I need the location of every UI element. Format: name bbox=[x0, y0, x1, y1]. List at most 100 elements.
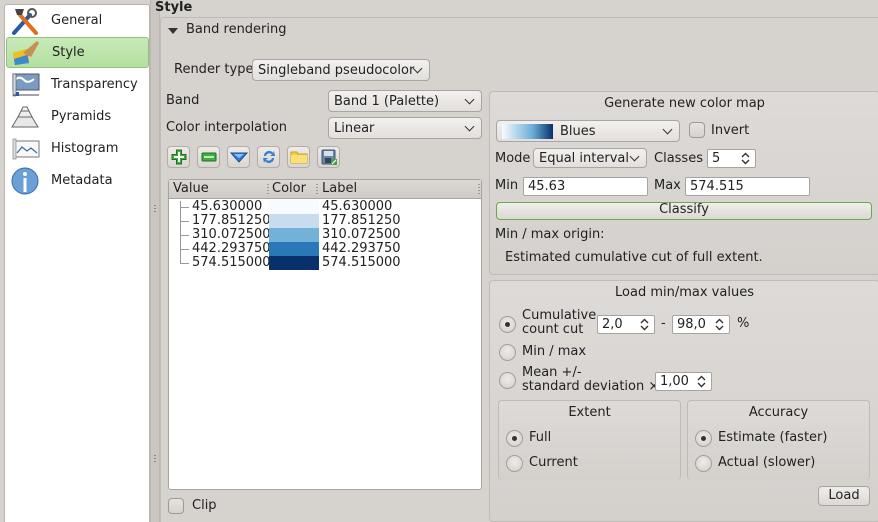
cumulative-from-spinbox[interactable]: 2,0 bbox=[597, 315, 655, 334]
band-label: Band bbox=[166, 93, 200, 108]
paintbrush-icon bbox=[10, 39, 42, 67]
chevron-down-icon bbox=[464, 121, 475, 132]
panel-title: Generate new color map bbox=[604, 96, 765, 111]
collapse-triangle-icon bbox=[168, 27, 178, 34]
minmax-radio[interactable] bbox=[499, 344, 516, 361]
cell-value[interactable]: 177.851250 bbox=[192, 214, 271, 228]
color-ramp-select[interactable]: Blues bbox=[496, 120, 680, 142]
mode-select[interactable]: Equal interval bbox=[533, 148, 647, 168]
cell-label[interactable]: 45.630000 bbox=[322, 200, 392, 214]
cell-label[interactable]: 310.072500 bbox=[322, 228, 401, 242]
mode-value: Equal interval bbox=[539, 150, 629, 166]
transparency-icon bbox=[9, 71, 41, 99]
sort-entries-button[interactable] bbox=[227, 146, 250, 168]
cell-value[interactable]: 574.515000 bbox=[192, 256, 271, 270]
band-select[interactable]: Band 1 (Palette) bbox=[328, 90, 482, 112]
chevron-down-icon bbox=[464, 94, 475, 105]
color-interpolation-label: Color interpolation bbox=[166, 120, 288, 135]
render-type-select[interactable]: Singleband pseudocolor bbox=[252, 59, 430, 81]
cell-label[interactable]: 442.293750 bbox=[322, 242, 401, 256]
tree-branch-line bbox=[180, 221, 189, 222]
table-row[interactable]: 177.851250 177.851250 bbox=[169, 214, 481, 228]
cell-label[interactable]: 574.515000 bbox=[322, 256, 401, 270]
folder-icon bbox=[290, 151, 307, 164]
mode-label: Mode bbox=[495, 151, 531, 166]
add-entry-button[interactable] bbox=[167, 146, 190, 168]
load-button[interactable]: Load bbox=[818, 486, 870, 506]
cell-value[interactable]: 310.072500 bbox=[192, 228, 271, 242]
plus-icon bbox=[171, 149, 186, 165]
sidebar-item-label: Style bbox=[52, 45, 85, 60]
extent-current-radio[interactable] bbox=[506, 455, 523, 472]
accuracy-estimate-radio[interactable] bbox=[695, 430, 712, 447]
cell-color-swatch[interactable] bbox=[269, 228, 319, 242]
column-header-value[interactable]: Value bbox=[173, 181, 209, 196]
extent-full-radio[interactable] bbox=[506, 430, 523, 447]
sidebar-item-metadata[interactable]: Metadata bbox=[6, 165, 149, 196]
invert-checkbox[interactable] bbox=[689, 122, 705, 138]
sidebar-item-pyramids[interactable]: Pyramids bbox=[6, 101, 149, 132]
cumulative-to-spinbox[interactable]: 98,0 bbox=[672, 315, 730, 334]
cell-color-swatch[interactable] bbox=[269, 242, 319, 256]
band-rendering-toggle[interactable]: Band rendering bbox=[168, 22, 287, 37]
color-interpolation-select[interactable]: Linear bbox=[328, 117, 482, 139]
sidebar-item-label: Transparency bbox=[51, 77, 138, 92]
sidebar-splitter[interactable] bbox=[150, 0, 160, 522]
cell-color-swatch[interactable] bbox=[269, 214, 319, 228]
chevron-down-icon bbox=[629, 151, 640, 162]
accuracy-actual-radio[interactable] bbox=[695, 455, 712, 472]
tools-icon bbox=[9, 7, 41, 35]
cell-color-swatch[interactable] bbox=[269, 200, 319, 214]
min-input[interactable]: 45.63 bbox=[523, 177, 648, 196]
table-row[interactable]: 574.515000 574.515000 bbox=[169, 256, 481, 270]
cell-color-swatch[interactable] bbox=[269, 256, 319, 270]
minus-icon bbox=[201, 152, 216, 162]
panel-title: Load min/max values bbox=[615, 285, 754, 300]
stddev-value: 1,00 bbox=[660, 374, 689, 389]
stddev-spinbox[interactable]: 1,00 bbox=[655, 372, 712, 391]
max-input[interactable]: 574.515 bbox=[685, 177, 810, 196]
sidebar-item-histogram[interactable]: Histogram bbox=[6, 133, 149, 164]
stddev-label: Mean +/- standard deviation × bbox=[522, 365, 660, 394]
cell-value[interactable]: 45.630000 bbox=[192, 200, 262, 214]
color-interpolation-value: Linear bbox=[334, 120, 375, 136]
color-ramp-name: Blues bbox=[560, 123, 596, 139]
column-header-color[interactable]: Color bbox=[272, 181, 306, 196]
cumulative-from-value: 2,0 bbox=[602, 317, 623, 332]
cumulative-cut-radio[interactable] bbox=[499, 316, 516, 333]
column-header-label[interactable]: Label bbox=[322, 181, 357, 196]
spin-arrows-icon[interactable] bbox=[715, 318, 724, 331]
render-type-value: Singleband pseudocolor bbox=[258, 62, 415, 78]
refresh-icon bbox=[262, 151, 275, 163]
table-row[interactable]: 45.630000 45.630000 bbox=[169, 200, 481, 214]
table-header: Value Color Label bbox=[169, 180, 481, 199]
stddev-radio[interactable] bbox=[499, 372, 516, 389]
classify-button[interactable]: Classify bbox=[496, 202, 872, 220]
cell-label[interactable]: 177.851250 bbox=[322, 214, 401, 228]
remove-entry-button[interactable] bbox=[197, 146, 220, 168]
tree-branch-line bbox=[180, 263, 189, 264]
load-from-file-button[interactable] bbox=[287, 146, 310, 168]
classes-spinbox[interactable]: 5 bbox=[707, 149, 756, 168]
spin-arrows-icon[interactable] bbox=[697, 375, 706, 388]
spin-arrows-icon[interactable] bbox=[640, 318, 649, 331]
classes-label: Classes bbox=[654, 151, 703, 166]
sidebar-item-label: Histogram bbox=[51, 141, 119, 156]
colormap-table[interactable]: Value Color Label 45.630000 45.630000 177.… bbox=[168, 179, 482, 490]
export-to-file-button[interactable] bbox=[317, 146, 340, 168]
sidebar-item-general[interactable]: General bbox=[6, 5, 149, 36]
chevron-down-icon bbox=[662, 124, 673, 135]
cumulative-cut-label: Cumulative count cut bbox=[522, 308, 597, 337]
minmax-label: Min / max bbox=[522, 344, 587, 359]
sidebar-item-transparency[interactable]: Transparency bbox=[6, 69, 149, 100]
classes-value: 5 bbox=[712, 151, 721, 166]
load-from-band-button[interactable] bbox=[257, 146, 280, 168]
max-label: Max bbox=[654, 178, 681, 193]
table-row[interactable]: 442.293750 442.293750 bbox=[169, 242, 481, 256]
sidebar-item-style[interactable]: Style bbox=[6, 37, 149, 68]
sidebar-item-label: General bbox=[51, 13, 103, 28]
spin-arrows-icon[interactable] bbox=[741, 152, 750, 165]
clip-checkbox[interactable] bbox=[168, 498, 184, 514]
table-row[interactable]: 310.072500 310.072500 bbox=[169, 228, 481, 242]
cell-value[interactable]: 442.293750 bbox=[192, 242, 271, 256]
